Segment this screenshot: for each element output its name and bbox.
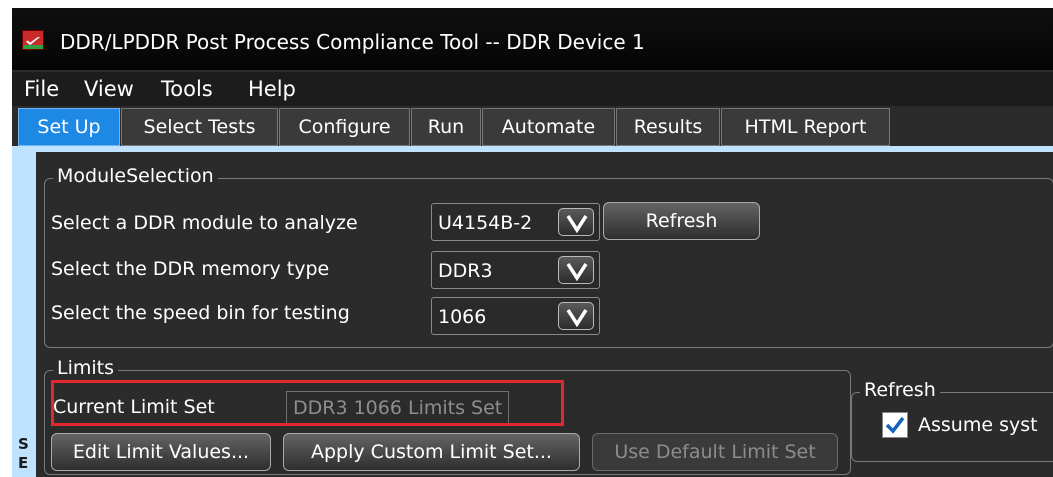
setup-panel: ModuleSelection Select a DDR module to a… <box>36 152 1053 477</box>
app-window: DDR/LPDDR Post Process Compliance Tool -… <box>12 8 1053 477</box>
chevron-down-icon[interactable] <box>558 208 594 236</box>
speed-bin-dropdown[interactable]: 1066 <box>431 297 600 335</box>
window-title: DDR/LPDDR Post Process Compliance Tool -… <box>60 30 645 54</box>
tab-run[interactable]: Run <box>411 108 481 146</box>
tab-html-report[interactable]: HTML Report <box>721 108 890 146</box>
side-tab-letter: E <box>18 454 29 472</box>
tab-results[interactable]: Results <box>616 108 720 146</box>
tab-set-up[interactable]: Set Up <box>18 108 120 146</box>
assume-checkbox-label: Assume syst <box>918 414 1038 436</box>
refresh-legend: Refresh <box>860 379 940 401</box>
module-selection-legend: ModuleSelection <box>53 165 218 187</box>
speed-bin-label: Select the speed bin for testing <box>51 302 350 324</box>
limits-legend: Limits <box>53 357 118 379</box>
edit-limit-values-button[interactable]: Edit Limit Values... <box>51 433 271 471</box>
highlight-box <box>51 380 564 426</box>
refresh-button[interactable]: Refresh <box>603 202 760 240</box>
tab-automate[interactable]: Automate <box>482 108 615 146</box>
module-label: Select a DDR module to analyze <box>51 212 358 234</box>
menu-tools[interactable]: Tools <box>161 77 213 101</box>
menu-help[interactable]: Help <box>248 77 296 101</box>
memory-type-dropdown[interactable]: DDR3 <box>431 251 600 289</box>
menu-file[interactable]: File <box>24 77 59 101</box>
memory-type-value: DDR3 <box>438 260 493 282</box>
app-logo-icon <box>22 30 44 50</box>
module-value: U4154B-2 <box>438 212 533 234</box>
apply-custom-limit-set-button[interactable]: Apply Custom Limit Set... <box>283 433 580 471</box>
checkmark-icon <box>885 416 905 434</box>
use-default-limit-set-button[interactable]: Use Default Limit Set <box>592 433 838 471</box>
side-tab-strip[interactable]: S E <box>12 152 36 477</box>
chevron-down-icon[interactable] <box>558 256 594 284</box>
side-tab-letter: S <box>18 435 29 453</box>
title-bar: DDR/LPDDR Post Process Compliance Tool -… <box>12 8 1053 70</box>
tab-select-tests[interactable]: Select Tests <box>121 108 278 146</box>
tab-bar: Set Up Select Tests Configure Run Automa… <box>12 108 1053 148</box>
assume-checkbox[interactable] <box>882 412 908 438</box>
menu-view[interactable]: View <box>84 77 134 101</box>
module-dropdown[interactable]: U4154B-2 <box>431 203 600 241</box>
speed-bin-value: 1066 <box>438 306 487 328</box>
tab-configure[interactable]: Configure <box>279 108 410 146</box>
memory-type-label: Select the DDR memory type <box>51 258 330 280</box>
menu-bar: File View Tools Help <box>12 72 1053 106</box>
chevron-down-icon[interactable] <box>558 302 594 330</box>
